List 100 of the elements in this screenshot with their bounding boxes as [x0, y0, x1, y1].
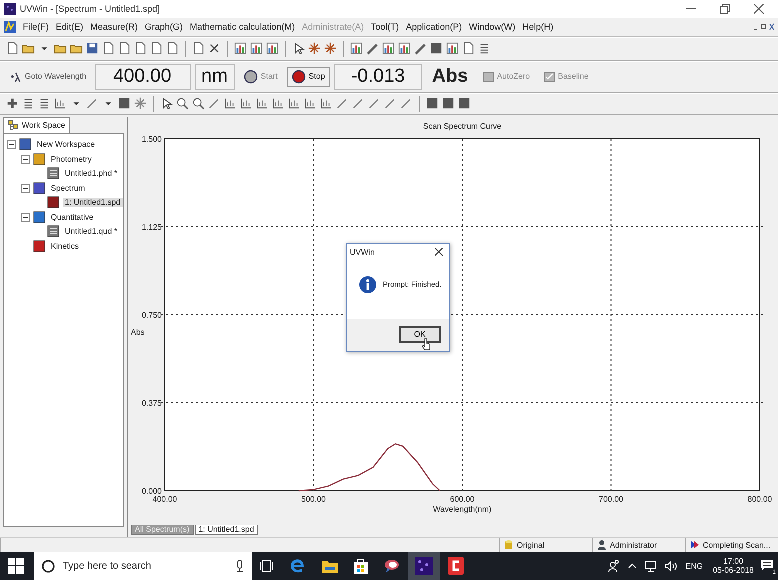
- sun-icon[interactable]: [308, 42, 321, 56]
- pencil-icon[interactable]: [414, 42, 427, 56]
- pencil-icon[interactable]: [368, 97, 381, 110]
- page-icon[interactable]: [462, 42, 475, 56]
- app-icon[interactable]: [448, 557, 464, 576]
- absorbance-reading: -0.013: [334, 64, 422, 90]
- notification-icon[interactable]: [760, 559, 774, 574]
- close-icon[interactable]: [754, 4, 764, 14]
- chart-icon[interactable]: [304, 97, 317, 110]
- page-icon[interactable]: [118, 42, 131, 56]
- cross-icon[interactable]: [208, 42, 221, 56]
- close-icon[interactable]: [435, 248, 443, 256]
- stop-button[interactable]: Stop: [286, 66, 330, 87]
- page-icon[interactable]: [166, 42, 179, 56]
- page-icon[interactable]: [134, 42, 147, 56]
- app-icon: [4, 20, 16, 33]
- expander-icon[interactable]: [21, 212, 30, 222]
- language-indicator[interactable]: ENG: [686, 562, 704, 571]
- goto-wavelength-button[interactable]: Goto Wavelength: [6, 68, 91, 85]
- sun-icon[interactable]: [324, 42, 337, 56]
- menu-item[interactable]: File(F): [23, 22, 49, 32]
- chart-icon[interactable]: [446, 42, 459, 56]
- tree-item[interactable]: Quantitative: [49, 212, 96, 222]
- shopping-bag-icon[interactable]: [354, 558, 368, 574]
- expander-icon[interactable]: [21, 184, 30, 193]
- menu-item[interactable]: Measure(R): [90, 22, 138, 32]
- sun-icon[interactable]: [134, 97, 147, 110]
- pencil-icon[interactable]: [400, 97, 413, 110]
- lines-icon[interactable]: [478, 42, 491, 56]
- search-field[interactable]: Type here to search: [34, 552, 252, 580]
- expander-icon[interactable]: [7, 140, 16, 150]
- pencil-icon[interactable]: [208, 97, 221, 110]
- chart-icon[interactable]: [250, 42, 263, 56]
- floppy-icon[interactable]: [86, 42, 99, 56]
- chart-icon[interactable]: [398, 42, 411, 56]
- menu-item[interactable]: Edit(E): [56, 22, 84, 32]
- menu-item[interactable]: Tool(T): [371, 22, 400, 32]
- pencil-icon[interactable]: [336, 97, 349, 110]
- chart-icon[interactable]: [350, 42, 363, 56]
- lines-icon[interactable]: [38, 97, 51, 110]
- square-icon[interactable]: [426, 97, 439, 110]
- expander-icon[interactable]: [21, 154, 30, 164]
- clock[interactable]: 17:00 05-06-2018: [713, 557, 754, 576]
- network-icon[interactable]: [644, 560, 657, 572]
- menu-item[interactable]: Help(H): [522, 22, 554, 32]
- square-icon[interactable]: [430, 42, 443, 56]
- task-view-icon[interactable]: [260, 559, 274, 574]
- document-tab[interactable]: 1: Untitled1.spd: [194, 524, 258, 535]
- menu-item[interactable]: Mathematic calculation(M): [190, 22, 296, 32]
- tree-item[interactable]: 1: Untitled1.spd: [63, 198, 123, 208]
- pencil-icon[interactable]: [384, 97, 397, 110]
- microphone-icon[interactable]: [236, 560, 244, 573]
- chart-icon[interactable]: [288, 97, 301, 110]
- workspace-tab[interactable]: Work Space: [3, 116, 70, 133]
- child-window-controls-icon[interactable]: [754, 22, 774, 31]
- tree-item[interactable]: Untitled1.phd *: [63, 169, 120, 178]
- circle-icon: [42, 560, 55, 573]
- chart-icon[interactable]: [256, 97, 269, 110]
- windows-logo-icon[interactable]: [8, 558, 24, 574]
- status-text: Administrator: [610, 540, 658, 550]
- chevron-up-icon[interactable]: [628, 563, 637, 570]
- tree-item[interactable]: Untitled1.qud *: [63, 227, 120, 236]
- chart-icon[interactable]: [234, 42, 247, 56]
- chart-icon[interactable]: [382, 42, 395, 56]
- chart-icon[interactable]: [240, 97, 253, 110]
- pencil-icon[interactable]: [366, 42, 379, 56]
- lines-icon[interactable]: [22, 97, 35, 110]
- menu-item[interactable]: Application(P): [406, 22, 462, 32]
- tree-item[interactable]: New Workspace: [35, 140, 98, 150]
- tree-item[interactable]: Photometry: [49, 154, 94, 164]
- tree-item[interactable]: Spectrum: [49, 184, 88, 193]
- menu-item[interactable]: Graph(G): [145, 22, 184, 32]
- tree-item[interactable]: Kinetics: [49, 242, 82, 251]
- square-icon[interactable]: [442, 97, 455, 110]
- chart-icon[interactable]: [224, 97, 237, 110]
- page-icon[interactable]: [102, 42, 115, 56]
- menu-item[interactable]: Window(W): [469, 22, 516, 32]
- chart-icon[interactable]: [320, 97, 333, 110]
- y-tick-label: 0.375: [142, 398, 162, 408]
- speaker-icon[interactable]: [664, 560, 678, 572]
- people-icon[interactable]: [608, 560, 620, 572]
- y-tick-label: 0.000: [142, 486, 162, 496]
- page-icon[interactable]: [6, 42, 19, 56]
- square-icon[interactable]: [118, 97, 131, 110]
- plus-icon[interactable]: [6, 97, 19, 110]
- page-icon[interactable]: [192, 42, 205, 56]
- magnifier-icon[interactable]: [176, 97, 189, 110]
- restore-icon[interactable]: [720, 4, 730, 14]
- document-icon: [47, 167, 60, 180]
- chart-icon[interactable]: [54, 97, 67, 110]
- page-icon[interactable]: [150, 42, 163, 56]
- pencil-icon[interactable]: [352, 97, 365, 110]
- magnifier-icon[interactable]: [192, 97, 205, 110]
- chart-icon[interactable]: [266, 42, 279, 56]
- chart-icon[interactable]: [272, 97, 285, 110]
- browser-icon[interactable]: [290, 558, 306, 574]
- square-icon[interactable]: [458, 97, 471, 110]
- ok-button[interactable]: OK: [399, 326, 441, 344]
- app-icon[interactable]: [384, 558, 400, 574]
- x-tick-label: 500.00: [302, 494, 326, 504]
